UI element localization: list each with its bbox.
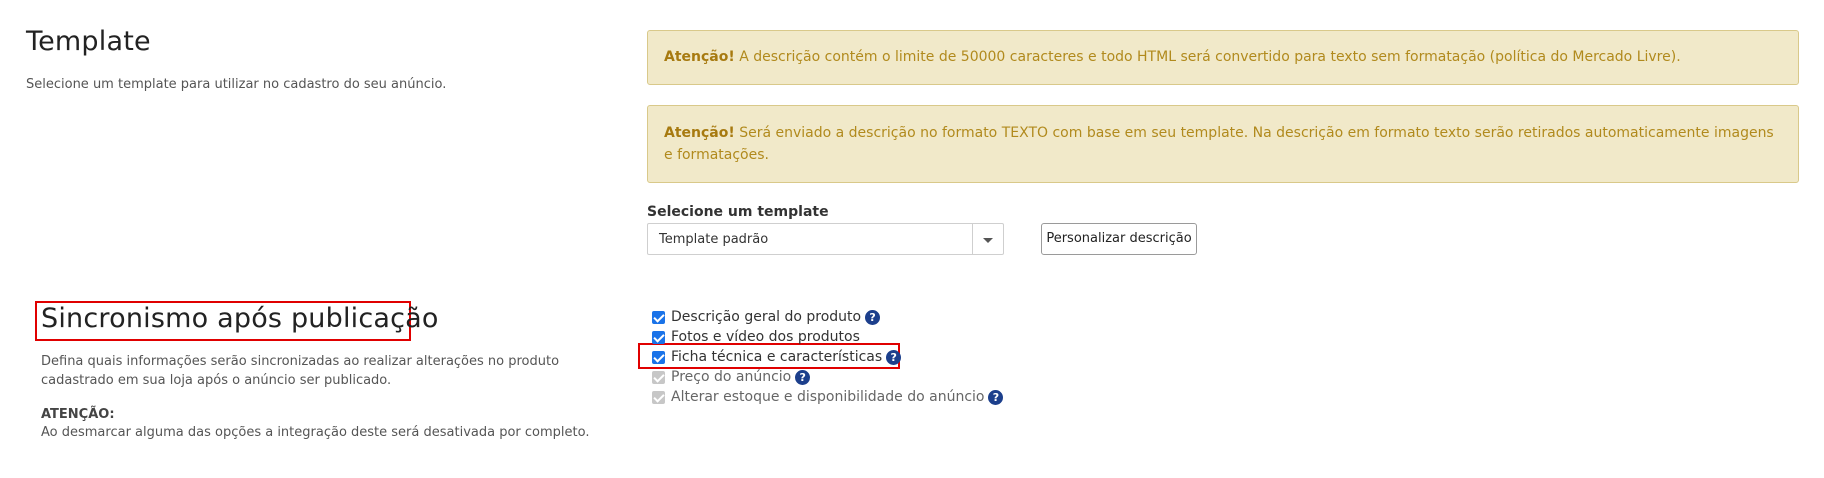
sync-title: Sincronismo após publicação [41,303,439,334]
sync-description: Defina quais informações serão sincroniz… [41,354,560,388]
template-select-value: Template padrão [659,232,769,247]
option-label: Alterar estoque e disponibilidade do anú… [671,389,985,405]
template-description: Selecione um template para utilizar no c… [26,77,447,92]
checkbox [652,370,665,384]
select-divider [972,224,973,254]
alert-text: A descrição contém o limite de 50000 car… [734,49,1681,65]
template-title: Template [26,26,151,57]
alert-strong: Atenção! [664,125,735,141]
option-label: Ficha técnica e características [671,349,883,365]
option-label: Fotos e vídeo dos produtos [671,329,860,345]
checkbox[interactable] [652,310,665,324]
checkbox[interactable] [652,330,665,344]
template-select-label: Selecione um template [647,204,829,220]
checkbox [652,390,665,404]
customize-description-button[interactable]: Personalizar descrição [1041,223,1197,255]
option-photos-video[interactable]: Fotos e vídeo dos produtos [652,328,860,346]
help-icon[interactable]: ? [865,309,881,325]
option-ad-price: Preço do anúncio ? [652,368,811,386]
help-icon[interactable]: ? [795,369,811,385]
option-stock-availability: Alterar estoque e disponibilidade do anú… [652,388,1004,406]
checkbox[interactable] [652,350,665,364]
option-label: Preço do anúncio [671,369,792,385]
option-label: Descrição geral do produto [671,309,862,325]
option-product-description[interactable]: Descrição geral do produto ? [652,308,881,326]
alert-text: Será enviado a descrição no formato TEXT… [664,125,1774,163]
help-icon[interactable]: ? [886,349,902,365]
help-icon[interactable]: ? [988,389,1004,405]
alert-text-format: Atenção! Será enviado a descrição no for… [647,105,1799,183]
sync-warning-label: ATENÇÃO: [41,407,115,422]
alert-character-limit: Atenção! A descrição contém o limite de … [647,30,1799,85]
template-select[interactable]: Template padrão [647,223,1004,255]
option-technical-sheet[interactable]: Ficha técnica e características ? [652,348,902,366]
chevron-down-icon[interactable] [983,238,993,243]
alert-strong: Atenção! [664,49,735,65]
sync-warning-text: Ao desmarcar alguma das opções a integra… [41,425,590,440]
